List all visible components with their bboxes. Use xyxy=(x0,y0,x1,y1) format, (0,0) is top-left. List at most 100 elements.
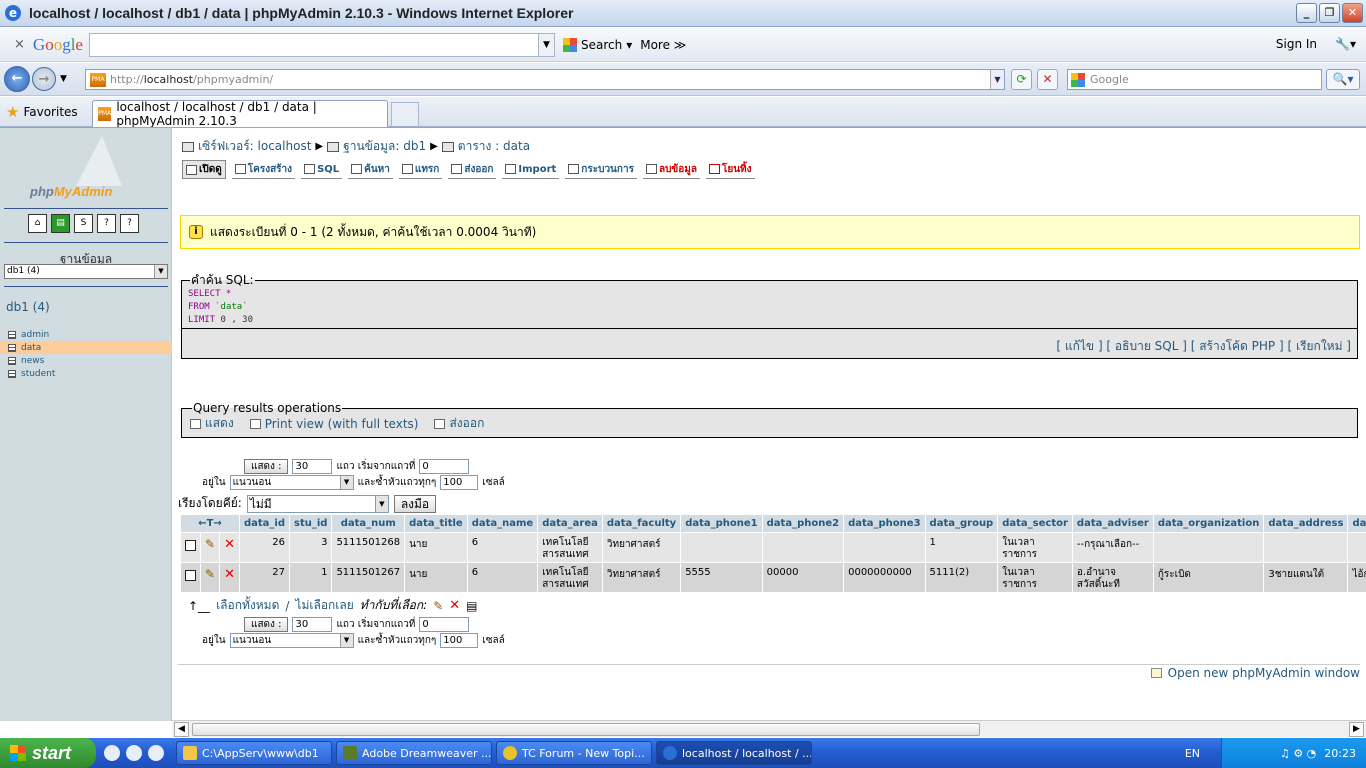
start-row-input[interactable]: 0 xyxy=(419,458,470,474)
show-rows-button[interactable]: แสดง : xyxy=(244,616,289,632)
google-search-input[interactable] xyxy=(88,32,539,57)
tab-empty[interactable]: ลบข้อมูล xyxy=(642,160,700,179)
taskbar-item-ie[interactable]: localhost / localhost / ... xyxy=(656,741,812,765)
edit-pencil-icon[interactable]: ✎ xyxy=(205,567,215,581)
language-indicator[interactable]: EN xyxy=(1185,747,1200,760)
scroll-left-icon[interactable]: ◀ xyxy=(174,722,189,737)
help-icon[interactable]: ? xyxy=(120,214,139,233)
breadcrumb-server[interactable]: เซิร์ฟเวอร์: localhost xyxy=(198,137,311,156)
column-header[interactable]: data_organization xyxy=(1153,515,1264,532)
export-link[interactable]: ส่งออก xyxy=(434,414,484,433)
uncheck-all-link[interactable]: ไม่เลือกเลย xyxy=(295,596,353,615)
toolbar-close-icon[interactable]: × xyxy=(14,37,25,52)
tab-drop[interactable]: โยนทิ้ง xyxy=(705,160,755,179)
breadcrumb-database[interactable]: ฐานข้อมูล: db1 xyxy=(343,137,426,156)
phpmyadmin-logo[interactable]: phpMyAdmin xyxy=(28,134,148,204)
scroll-right-icon[interactable]: ▶ xyxy=(1349,722,1364,737)
signin-link[interactable]: Sign In xyxy=(1276,37,1317,51)
column-header[interactable]: data_num xyxy=(332,515,405,532)
tab-browse[interactable]: เปิดดู xyxy=(182,160,226,179)
check-all-link[interactable]: เลือกทั้งหมด xyxy=(216,596,279,615)
column-header[interactable]: data_faculty xyxy=(602,515,681,532)
column-header[interactable]: data_adviser xyxy=(1072,515,1153,532)
ie-icon[interactable] xyxy=(126,745,142,761)
sort-key-select[interactable]: ไม่มี ▼ xyxy=(246,494,389,513)
print-view-link[interactable]: Print view (with full texts) xyxy=(249,417,418,431)
sql-action-links[interactable]: [ แก้ไข ] [ อธิบาย SQL ] [ สร้างโค้ด PHP… xyxy=(181,329,1358,359)
media-icon[interactable] xyxy=(148,745,164,761)
open-new-window-link[interactable]: Open new phpMyAdmin window xyxy=(1150,666,1360,680)
search-go-button[interactable]: 🔍▾ xyxy=(1326,69,1360,90)
start-button[interactable]: start xyxy=(0,738,96,768)
show-link[interactable]: แสดง xyxy=(190,414,234,433)
column-header[interactable]: data_area xyxy=(538,515,602,532)
tab-insert[interactable]: แทรก xyxy=(398,160,443,179)
delete-x-icon[interactable]: ✕ xyxy=(224,537,235,552)
repeat-header-input[interactable]: 100 xyxy=(440,474,479,490)
go-button[interactable]: ลงมือ xyxy=(393,494,437,513)
google-search-button[interactable]: Search ▾ xyxy=(562,37,632,52)
favorites-button[interactable]: ★ Favorites xyxy=(6,103,78,121)
back-button[interactable]: ← xyxy=(4,66,30,92)
exit-icon[interactable]: ▤ xyxy=(51,214,70,233)
edit-pencil-icon[interactable]: ✎ xyxy=(205,537,215,551)
taskbar-item-explorer[interactable]: C:\AppServ\www\db1 xyxy=(176,741,332,765)
scroll-thumb[interactable] xyxy=(192,723,980,736)
browser-tab[interactable]: PMA localhost / localhost / db1 / data | … xyxy=(92,100,388,128)
restore-button[interactable]: ❐ xyxy=(1319,3,1340,23)
database-name-link[interactable]: db1 (4) xyxy=(6,300,50,314)
column-header[interactable]: data_name xyxy=(467,515,538,532)
column-arrows[interactable]: ←T→ xyxy=(181,515,239,532)
breadcrumb-table[interactable]: ตาราง : data xyxy=(458,137,530,156)
live-search-input[interactable]: Google xyxy=(1067,69,1322,90)
repeat-header-input[interactable]: 100 xyxy=(440,632,479,648)
forward-button[interactable]: → xyxy=(32,67,56,91)
sidebar-table-student[interactable]: student xyxy=(0,367,172,380)
start-row-input[interactable]: 0 xyxy=(419,616,470,632)
tab-import[interactable]: Import xyxy=(502,160,560,179)
google-search-dropdown-icon[interactable]: ▼ xyxy=(538,32,555,57)
column-header[interactable]: data_id xyxy=(239,515,289,532)
column-header[interactable]: data_address xyxy=(1264,515,1348,532)
row-checkbox[interactable] xyxy=(185,540,196,551)
taskbar-item-chrome[interactable]: TC Forum - New Topi... xyxy=(496,741,652,765)
horizontal-scrollbar[interactable]: ◀ ▶ xyxy=(172,720,1366,737)
column-header[interactable]: data_phone2 xyxy=(762,515,844,532)
tab-operations[interactable]: กระบวนการ xyxy=(565,160,637,179)
column-header[interactable]: data_phone1 xyxy=(681,515,762,532)
export-icon[interactable]: ▤ xyxy=(466,599,477,613)
tab-search[interactable]: ค้นหา xyxy=(348,160,393,179)
tab-structure[interactable]: โครงสร้าง xyxy=(231,160,296,179)
chrome-icon[interactable] xyxy=(104,745,120,761)
column-header[interactable]: data_group xyxy=(925,515,998,532)
column-header[interactable]: data_phone3 xyxy=(844,515,925,532)
tray-icons[interactable]: ♫ ⚙ ◔ xyxy=(1280,747,1316,760)
sidebar-table-news[interactable]: news xyxy=(0,354,172,367)
row-checkbox[interactable] xyxy=(185,570,196,581)
new-tab-button[interactable] xyxy=(391,102,419,126)
delete-x-icon[interactable]: ✕ xyxy=(449,598,460,613)
display-mode-select[interactable]: แนวนอน ▼ xyxy=(229,632,354,648)
sidebar-table-admin[interactable]: admin xyxy=(0,328,172,341)
database-select[interactable]: db1 (4) ▼ xyxy=(4,264,168,279)
tab-export[interactable]: ส่งออก xyxy=(448,160,497,179)
column-header[interactable]: data_head xyxy=(1348,515,1366,532)
rows-input[interactable]: 30 xyxy=(292,458,333,474)
more-button[interactable]: More ≫ xyxy=(640,38,686,52)
column-header[interactable]: data_sector xyxy=(998,515,1072,532)
column-header[interactable]: data_title xyxy=(405,515,467,532)
rows-input[interactable]: 30 xyxy=(292,616,333,632)
tab-sql[interactable]: SQL xyxy=(301,160,343,179)
close-window-button[interactable]: ✕ xyxy=(1342,3,1363,23)
column-header[interactable]: stu_id xyxy=(290,515,332,532)
docs-icon[interactable]: ? xyxy=(97,214,116,233)
delete-x-icon[interactable]: ✕ xyxy=(224,567,235,582)
sidebar-table-data[interactable]: data xyxy=(0,341,172,354)
edit-pencil-icon[interactable]: ✎ xyxy=(433,599,443,613)
wrench-icon[interactable]: 🔧▾ xyxy=(1335,37,1356,51)
history-dropdown-icon[interactable]: ▼ xyxy=(60,74,67,84)
taskbar-item-dreamweaver[interactable]: Adobe Dreamweaver ... xyxy=(336,741,492,765)
show-rows-button[interactable]: แสดง : xyxy=(244,458,289,474)
minimize-button[interactable]: _ xyxy=(1296,3,1317,23)
refresh-button[interactable]: ⟳ xyxy=(1011,69,1032,90)
